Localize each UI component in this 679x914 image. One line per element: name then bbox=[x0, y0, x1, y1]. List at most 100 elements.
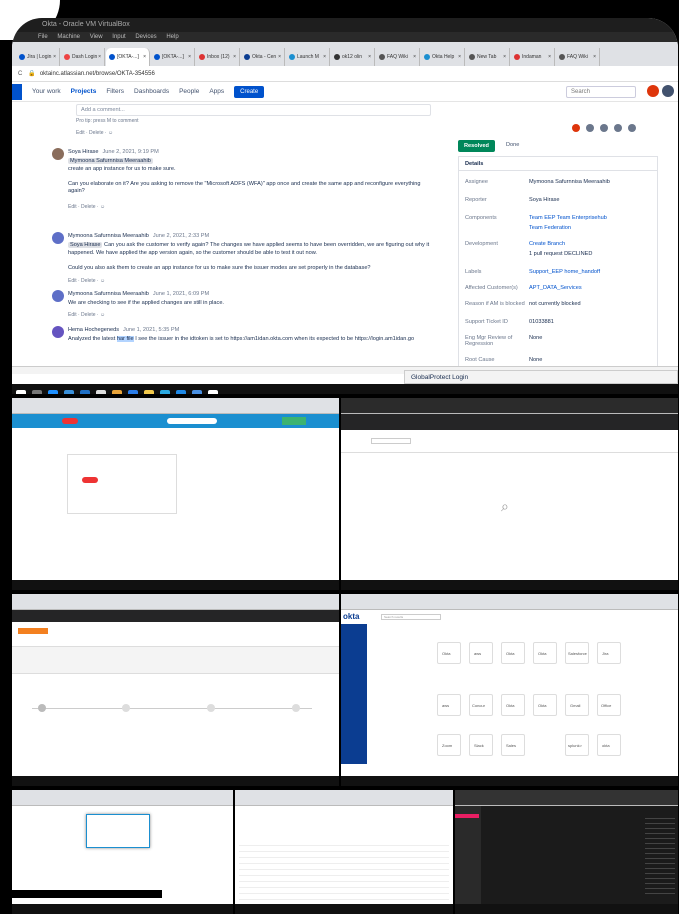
nav-filters[interactable]: Filters bbox=[106, 88, 124, 95]
nav-your-work[interactable]: Your work bbox=[32, 88, 61, 95]
app-tile[interactable]: Gmail bbox=[565, 694, 589, 716]
action-button[interactable] bbox=[282, 417, 306, 425]
app-tile[interactable]: Zoom bbox=[437, 734, 461, 756]
app-tile[interactable]: Concur bbox=[469, 694, 493, 716]
nav-people[interactable]: People bbox=[179, 88, 199, 95]
close-icon[interactable]: × bbox=[278, 54, 281, 60]
vbox-icon[interactable] bbox=[192, 390, 202, 394]
menu-devices[interactable]: Devices bbox=[135, 34, 156, 40]
close-icon[interactable]: × bbox=[98, 54, 101, 60]
close-icon[interactable]: × bbox=[233, 54, 236, 60]
edit-delete-links[interactable]: Edit · Delete · ☺ bbox=[76, 130, 113, 136]
search-input[interactable]: Search results bbox=[381, 614, 441, 620]
help-icon[interactable] bbox=[662, 85, 674, 97]
close-icon[interactable]: × bbox=[323, 54, 326, 60]
create-button[interactable]: Create bbox=[234, 85, 265, 98]
app-tile[interactable]: Okta bbox=[501, 642, 525, 664]
app-tile[interactable]: Jira bbox=[597, 642, 621, 664]
browser-tab[interactable]: Launch M × bbox=[286, 48, 330, 66]
close-icon[interactable]: × bbox=[458, 54, 461, 60]
menu-view[interactable]: View bbox=[90, 34, 103, 40]
modal-dialog[interactable] bbox=[86, 814, 150, 848]
start-icon[interactable] bbox=[16, 390, 26, 394]
browser-tab[interactable]: Dash Login × bbox=[61, 48, 105, 66]
browser-tab[interactable]: ok12 olin × bbox=[331, 48, 375, 66]
like-icon[interactable] bbox=[600, 124, 608, 132]
comment-author[interactable]: Mymoona Safurnnisa Meeraahib bbox=[68, 233, 149, 239]
search-input[interactable] bbox=[167, 418, 217, 424]
comment-author[interactable]: Hema Hochegeneds bbox=[68, 327, 119, 333]
close-icon[interactable]: × bbox=[188, 54, 191, 60]
app-icon[interactable] bbox=[160, 390, 170, 394]
more-icon[interactable] bbox=[628, 124, 636, 132]
menu-help[interactable]: Help bbox=[166, 34, 178, 40]
close-icon[interactable]: × bbox=[503, 54, 506, 60]
close-icon[interactable]: × bbox=[413, 54, 416, 60]
app-tile[interactable]: okta bbox=[597, 734, 621, 756]
app-tile[interactable]: aws bbox=[469, 642, 493, 664]
details-header[interactable]: Details bbox=[459, 157, 657, 171]
search-input[interactable] bbox=[371, 438, 411, 444]
browser-tab[interactable]: Okta - Cen × bbox=[241, 48, 285, 66]
status-button[interactable]: Resolved bbox=[458, 140, 495, 152]
nav-apps[interactable]: Apps bbox=[209, 88, 224, 95]
edit-delete-links[interactable]: Edit · Delete · ☺ bbox=[68, 312, 105, 318]
app-tile[interactable]: Okta bbox=[533, 694, 557, 716]
menu-input[interactable]: Input bbox=[112, 34, 125, 40]
app-tile[interactable]: Salesforce bbox=[565, 642, 589, 664]
browser-tab[interactable]: [OKTA-...] × bbox=[151, 48, 195, 66]
search-input[interactable]: Search bbox=[566, 86, 636, 98]
app-tile[interactable]: Slack bbox=[469, 734, 493, 756]
active-nav-item[interactable] bbox=[455, 814, 479, 818]
reload-icon[interactable]: C bbox=[18, 71, 22, 77]
comment-input[interactable]: Add a comment... bbox=[76, 104, 431, 116]
browser-tab[interactable]: FAQ Wiki × bbox=[556, 48, 600, 66]
jira-logo-icon[interactable] bbox=[12, 83, 22, 100]
globalprotect-login[interactable]: GlobalProtect Login bbox=[404, 370, 678, 384]
browser-tab[interactable]: Indaman × bbox=[511, 48, 555, 66]
app-icon[interactable] bbox=[80, 390, 90, 394]
folder-icon[interactable] bbox=[144, 390, 154, 394]
app-tile[interactable]: Okta bbox=[437, 642, 461, 664]
browser-tab[interactable]: Jira | Login × bbox=[16, 48, 60, 66]
app-icon[interactable] bbox=[176, 390, 186, 394]
close-icon[interactable]: × bbox=[593, 54, 596, 60]
url-field[interactable]: oktainc.atlassian.net/browse/OKTA-354556 bbox=[40, 71, 155, 77]
share-icon[interactable] bbox=[614, 124, 622, 132]
lock-icon[interactable] bbox=[572, 124, 580, 132]
edit-delete-links[interactable]: Edit · Delete · ☺ bbox=[68, 278, 105, 284]
app-tile[interactable]: splunk> bbox=[565, 734, 589, 756]
app-tile[interactable]: Sales bbox=[501, 734, 525, 756]
app-tile[interactable]: aws bbox=[437, 694, 461, 716]
nav-projects[interactable]: Projects bbox=[71, 88, 97, 95]
browser-tab[interactable]: Okta Help × bbox=[421, 48, 465, 66]
app-tile[interactable]: Okta bbox=[533, 642, 557, 664]
search-icon[interactable] bbox=[32, 390, 42, 394]
browser-tab[interactable]: New Tab × bbox=[466, 48, 510, 66]
watch-icon[interactable] bbox=[586, 124, 594, 132]
mention[interactable]: Mymoona Safurnnisa Meeraahib bbox=[68, 158, 153, 164]
comment-author[interactable]: Soya Hirase bbox=[68, 149, 98, 155]
close-icon[interactable]: × bbox=[548, 54, 551, 60]
browser-tab[interactable]: FAQ Wiki × bbox=[376, 48, 420, 66]
comment-author[interactable]: Mymoona Safurnnisa Meeraahib bbox=[68, 291, 149, 297]
edit-delete-links[interactable]: Edit · Delete · ☺ bbox=[68, 204, 105, 210]
close-icon[interactable]: × bbox=[368, 54, 371, 60]
close-icon[interactable]: × bbox=[53, 54, 56, 60]
app-card[interactable] bbox=[67, 454, 177, 514]
mention[interactable]: Soya Hirase bbox=[68, 242, 103, 248]
app-tile[interactable]: Okta bbox=[501, 694, 525, 716]
nav-dashboards[interactable]: Dashboards bbox=[134, 88, 169, 95]
edge-icon[interactable] bbox=[48, 390, 58, 394]
notifications-icon[interactable] bbox=[647, 85, 659, 97]
menu-machine[interactable]: Machine bbox=[57, 34, 80, 40]
app-icon[interactable] bbox=[96, 390, 106, 394]
browser-tab[interactable]: Inbox (12) × bbox=[196, 48, 240, 66]
menu-file[interactable]: File bbox=[38, 34, 48, 40]
browser-tab-active[interactable]: [OKTA-...] × bbox=[106, 48, 150, 66]
chrome-icon[interactable] bbox=[112, 390, 122, 394]
app-tile[interactable]: Office bbox=[597, 694, 621, 716]
close-icon[interactable]: × bbox=[143, 54, 146, 60]
explorer-icon[interactable] bbox=[64, 390, 74, 394]
warning-icon[interactable] bbox=[208, 390, 218, 394]
